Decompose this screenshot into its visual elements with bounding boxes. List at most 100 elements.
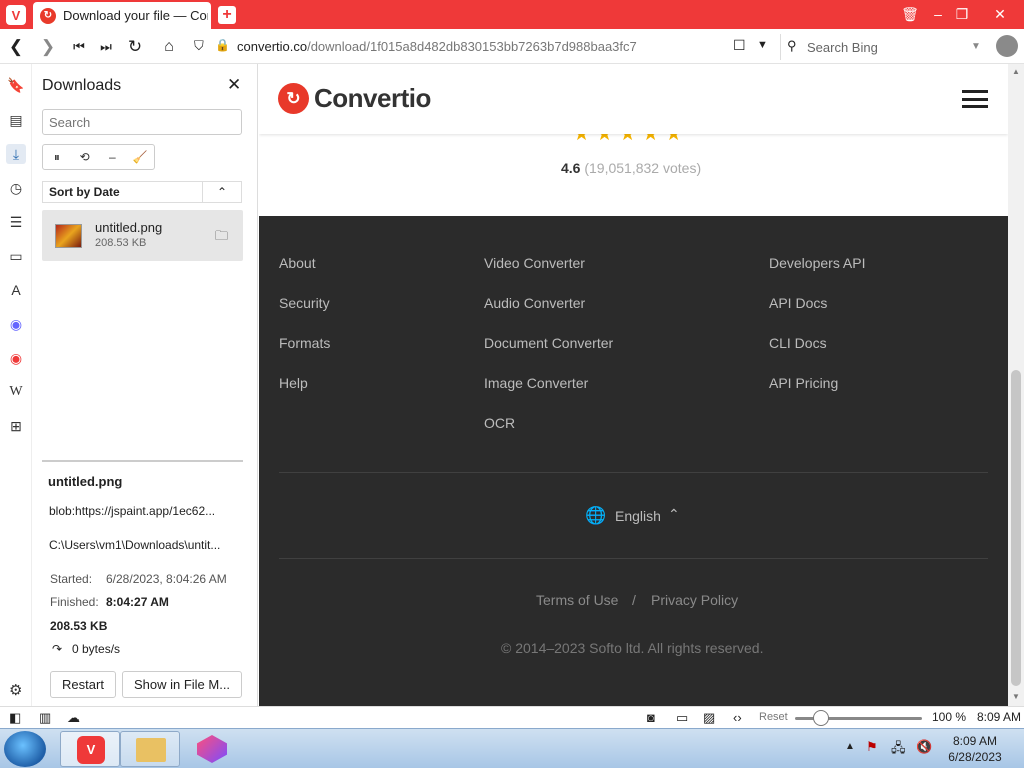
- chevron-up-icon[interactable]: ⌃: [668, 506, 680, 523]
- settings-gear-icon[interactable]: ⚙: [9, 681, 22, 699]
- network-icon[interactable]: 🖧: [891, 739, 906, 761]
- action-center-flag-icon[interactable]: ⚑: [866, 739, 878, 755]
- footer-link-api-pricing[interactable]: API Pricing: [769, 375, 838, 391]
- lock-icon[interactable]: 🔒: [215, 38, 230, 52]
- footer-link-cli-docs[interactable]: CLI Docs: [769, 335, 827, 351]
- clear-broom-icon[interactable]: 🧹: [126, 145, 154, 169]
- capture-camera-icon[interactable]: ◙: [647, 710, 655, 725]
- mastodon-icon[interactable]: ◉: [6, 314, 26, 334]
- chevron-down-icon[interactable]: ▼: [971, 41, 981, 52]
- site-header: ↻ Convertio: [259, 64, 1008, 134]
- finished-value: 8:04:27 AM: [106, 595, 169, 609]
- footer-link-ocr[interactable]: OCR: [484, 415, 515, 431]
- rating-value: 4.6: [561, 160, 581, 176]
- notes-icon[interactable]: ☰: [6, 212, 26, 232]
- rewind-icon[interactable]: ⏮: [68, 36, 90, 58]
- sync-cloud-icon[interactable]: ☁: [67, 710, 80, 726]
- scroll-down-arrow-icon[interactable]: ▼: [1012, 692, 1020, 701]
- taskbar-date: 6/28/2023: [948, 750, 1002, 764]
- translate-icon[interactable]: A: [6, 280, 26, 300]
- start-button[interactable]: [4, 731, 46, 767]
- history-icon[interactable]: ◷: [6, 178, 26, 198]
- image-thumbnail: [55, 224, 82, 248]
- vivaldi-menu-button[interactable]: V: [6, 5, 26, 25]
- volume-muted-icon[interactable]: 🔇: [916, 739, 932, 755]
- add-panel-icon[interactable]: ⊞: [6, 416, 26, 436]
- footer-link-api-docs[interactable]: API Docs: [769, 295, 827, 311]
- tiling-icon[interactable]: ▥: [39, 710, 51, 726]
- started-value: 6/28/2023, 8:04:26 AM: [106, 572, 227, 586]
- hamburger-menu-icon[interactable]: [962, 90, 988, 108]
- forward-button[interactable]: ❯: [37, 36, 59, 58]
- back-button[interactable]: ❮: [5, 36, 27, 58]
- pause-icon[interactable]: ⏸: [43, 145, 71, 169]
- site-logo-text[interactable]: Convertio: [314, 83, 431, 114]
- fast-forward-icon[interactable]: ⏭: [95, 36, 117, 58]
- convertio-logo-icon[interactable]: ↻: [278, 83, 309, 114]
- chevron-up-icon[interactable]: ⌃: [203, 182, 241, 202]
- footer-link-video-converter[interactable]: Video Converter: [484, 255, 585, 271]
- privacy-policy-link[interactable]: Privacy Policy: [651, 592, 738, 608]
- page-scrollbar[interactable]: ▲ ▼: [1008, 64, 1024, 706]
- url-path: /download/1f015a8d482db830153bb7263b7d98…: [307, 39, 637, 54]
- footer-link-about[interactable]: About: [279, 255, 316, 271]
- download-item[interactable]: untitled.png 208.53 KB 🗀: [42, 210, 243, 261]
- detail-source-url: blob:https://jspaint.app/1ec62...: [49, 504, 216, 518]
- zoom-slider-handle[interactable]: [813, 710, 829, 726]
- footer-link-image-converter[interactable]: Image Converter: [484, 375, 588, 391]
- page-actions-icon[interactable]: ‹›: [733, 710, 742, 725]
- language-selector[interactable]: English: [615, 508, 661, 524]
- downloads-panel-icon[interactable]: ⤓: [6, 144, 26, 164]
- status-bar: ◧ ▥ ☁ ◙ ▭ ▨ ‹› Reset 100 % 8:09 AM: [0, 706, 1024, 728]
- footer-link-security[interactable]: Security: [279, 295, 330, 311]
- home-button[interactable]: ⌂: [158, 36, 180, 58]
- footer-link-formats[interactable]: Formats: [279, 335, 330, 351]
- sort-header[interactable]: Sort by Date ⌃: [42, 181, 242, 203]
- chevron-down-icon[interactable]: ▼: [757, 39, 768, 51]
- footer-link-document-converter[interactable]: Document Converter: [484, 335, 613, 351]
- taskbar-explorer-button[interactable]: [120, 731, 180, 767]
- minus-icon[interactable]: –: [99, 145, 127, 169]
- wikipedia-icon[interactable]: W: [6, 382, 26, 402]
- retry-icon[interactable]: ⟲: [71, 145, 99, 169]
- folder-icon[interactable]: 🗀: [215, 227, 228, 249]
- search-field[interactable]: ⚲ Search Bing ▼: [780, 34, 990, 60]
- tray-expand-icon[interactable]: ▲: [845, 741, 855, 752]
- minimize-button[interactable]: –: [926, 3, 950, 25]
- tab-active[interactable]: ↻ Download your file — Convertio: [33, 2, 211, 29]
- show-in-file-manager-button[interactable]: Show in File M...: [122, 671, 242, 698]
- url-host: convertio.co: [237, 39, 308, 54]
- maximize-button[interactable]: ❐: [950, 3, 974, 25]
- shield-icon[interactable]: ⛉: [194, 38, 204, 54]
- trash-icon[interactable]: 🗑: [898, 3, 922, 25]
- taskbar-clock[interactable]: 8:09 AM 6/28/2023: [935, 733, 1015, 765]
- scrollbar-thumb[interactable]: [1011, 370, 1021, 686]
- restart-button[interactable]: Restart: [50, 671, 116, 698]
- panel-toggle-icon[interactable]: ◧: [9, 710, 21, 726]
- footer-link-audio-converter[interactable]: Audio Converter: [484, 295, 585, 311]
- vivaldi-icon[interactable]: ◉: [6, 348, 26, 368]
- new-tab-button[interactable]: +: [218, 6, 236, 24]
- close-icon[interactable]: ✕: [227, 75, 241, 95]
- image-toggle-icon[interactable]: ▨: [703, 710, 715, 726]
- footer-separator: /: [632, 592, 636, 608]
- reload-button[interactable]: ↻: [124, 36, 146, 58]
- bookmarks-panel-icon[interactable]: 🔖: [6, 75, 26, 95]
- scroll-up-arrow-icon[interactable]: ▲: [1012, 67, 1020, 76]
- footer-link-help[interactable]: Help: [279, 375, 308, 391]
- url-field[interactable]: ⛉ 🔒 convertio.co/download/1f015a8d482db8…: [190, 34, 774, 60]
- taskbar-vivaldi-button[interactable]: V: [60, 731, 120, 767]
- terms-of-use-link[interactable]: Terms of Use: [536, 592, 618, 608]
- downloads-search-input[interactable]: [42, 109, 242, 135]
- page-tiling-icon[interactable]: ▭: [676, 710, 688, 726]
- close-window-button[interactable]: ✕: [988, 3, 1012, 25]
- footer-link-developers-api[interactable]: Developers API: [769, 255, 866, 271]
- bookmark-icon[interactable]: ☐: [733, 37, 746, 54]
- app-gem-icon[interactable]: [197, 735, 227, 763]
- window-panel-icon[interactable]: ▭: [6, 246, 26, 266]
- zoom-reset-button[interactable]: Reset: [759, 711, 788, 723]
- download-filesize: 208.53 KB: [95, 237, 147, 249]
- reading-list-icon[interactable]: ▤: [6, 110, 26, 130]
- profile-avatar[interactable]: [996, 35, 1018, 57]
- globe-icon[interactable]: 🌐: [585, 506, 606, 526]
